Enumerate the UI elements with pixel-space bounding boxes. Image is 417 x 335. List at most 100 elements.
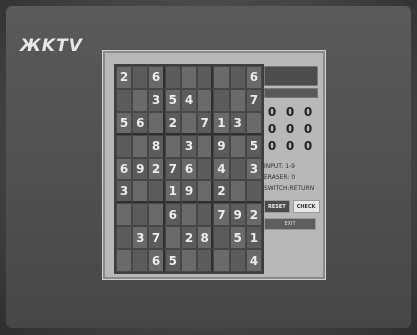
keypad-key[interactable]: 0	[300, 121, 316, 136]
sudoku-cell[interactable]	[116, 249, 133, 272]
sudoku-cell[interactable]	[197, 203, 214, 227]
sudoku-cell[interactable]	[116, 226, 133, 250]
sudoku-cell[interactable]: 1	[164, 180, 181, 204]
sudoku-cell[interactable]: 3	[180, 134, 198, 158]
sudoku-cell[interactable]	[229, 66, 246, 89]
sudoku-cell[interactable]	[213, 66, 230, 89]
sudoku-cell[interactable]	[180, 203, 198, 227]
check-button[interactable]: CHECK	[292, 200, 320, 213]
side-panel: 000000000 INPUT: 1-9 ERASER: 0 SWITCH:RE…	[264, 66, 320, 230]
sudoku-cell[interactable]	[148, 111, 165, 135]
sudoku-cell[interactable]: 9	[132, 157, 149, 181]
sudoku-cell[interactable]	[180, 111, 198, 135]
sudoku-cell[interactable]	[213, 226, 230, 250]
keypad-key[interactable]: 0	[282, 121, 298, 136]
sudoku-cell[interactable]	[132, 66, 149, 89]
sudoku-cell[interactable]	[132, 88, 149, 112]
sudoku-cell[interactable]: 2	[213, 180, 230, 204]
instruction-line: SWITCH:RETURN	[264, 185, 315, 192]
sudoku-cell[interactable]	[229, 134, 246, 158]
sudoku-cell[interactable]: 6	[132, 111, 149, 135]
sudoku-cell[interactable]	[132, 249, 149, 272]
sudoku-cell[interactable]	[197, 88, 214, 112]
sudoku-cell[interactable]: 9	[180, 180, 198, 204]
sudoku-cell[interactable]: 5	[229, 226, 246, 250]
keypad-key[interactable]: 0	[264, 138, 280, 153]
sudoku-cell[interactable]	[197, 180, 214, 204]
sudoku-cell[interactable]: 6	[164, 203, 181, 227]
sudoku-cell[interactable]: 9	[229, 203, 246, 227]
sudoku-cell[interactable]: 6	[148, 249, 165, 272]
sudoku-cell[interactable]: 7	[197, 111, 214, 135]
sudoku-cell[interactable]: 1	[213, 111, 230, 135]
keypad-key[interactable]: 0	[300, 104, 316, 119]
keypad-key[interactable]: 0	[282, 104, 298, 119]
sudoku-cell[interactable]	[213, 249, 230, 272]
sudoku-cell[interactable]: 2	[148, 157, 165, 181]
instructions: INPUT: 1-9 ERASER: 0 SWITCH:RETURN	[264, 161, 318, 194]
sudoku-cell[interactable]	[197, 157, 214, 181]
sudoku-cell[interactable]: 4	[180, 88, 198, 112]
sudoku-cell[interactable]	[229, 157, 246, 181]
sudoku-cell[interactable]: 4	[213, 157, 230, 181]
sudoku-cell[interactable]	[229, 180, 246, 204]
sudoku-cell[interactable]	[180, 66, 198, 89]
sudoku-cell[interactable]: 9	[213, 134, 230, 158]
sudoku-cell[interactable]	[116, 134, 133, 158]
sudoku-cell[interactable]	[245, 111, 262, 135]
sudoku-cell[interactable]	[132, 134, 149, 158]
sudoku-cell[interactable]	[245, 180, 262, 204]
sudoku-cell[interactable]	[116, 203, 133, 227]
sudoku-cell[interactable]: 8	[197, 226, 214, 250]
sudoku-cell[interactable]: 2	[164, 111, 181, 135]
sudoku-cell[interactable]	[197, 249, 214, 272]
sudoku-cell[interactable]: 5	[164, 249, 181, 272]
instruction-line: INPUT: 1-9	[264, 163, 296, 170]
sudoku-cell[interactable]	[229, 88, 246, 112]
sudoku-cell[interactable]: 7	[148, 226, 165, 250]
sudoku-cell[interactable]	[229, 249, 246, 272]
sudoku-cell[interactable]: 3	[229, 111, 246, 135]
sudoku-cell[interactable]	[148, 203, 165, 227]
sudoku-cell[interactable]: 5	[164, 88, 181, 112]
keypad-key[interactable]: 0	[282, 138, 298, 153]
sudoku-cell[interactable]: 4	[245, 249, 262, 272]
sudoku-cell[interactable]: 7	[245, 88, 262, 112]
exit-button[interactable]: EXIT	[264, 218, 316, 230]
sudoku-cell[interactable]	[164, 226, 181, 250]
sudoku-cell[interactable]	[132, 180, 149, 204]
reset-button[interactable]: RESET	[264, 200, 290, 213]
sudoku-cell[interactable]	[213, 88, 230, 112]
sudoku-cell[interactable]	[197, 134, 214, 158]
sudoku-cell[interactable]: 6	[116, 157, 133, 181]
sudoku-cell[interactable]: 2	[180, 226, 198, 250]
sudoku-cell[interactable]: 6	[148, 66, 165, 89]
sudoku-cell[interactable]	[148, 180, 165, 204]
sudoku-cell[interactable]: 3	[148, 88, 165, 112]
sudoku-cell[interactable]	[197, 66, 214, 89]
sudoku-cell[interactable]	[132, 203, 149, 227]
sudoku-cell[interactable]: 6	[180, 157, 198, 181]
instruction-line: ERASER: 0	[264, 174, 296, 181]
sudoku-cell[interactable]: 1	[245, 226, 262, 250]
sudoku-cell[interactable]: 7	[164, 157, 181, 181]
sudoku-cell[interactable]	[164, 66, 181, 89]
sudoku-cell[interactable]	[180, 249, 198, 272]
sudoku-cell[interactable]: 3	[245, 157, 262, 181]
sudoku-cell[interactable]: 2	[245, 203, 262, 227]
sudoku-cell[interactable]	[164, 134, 181, 158]
sudoku-cell[interactable]: 8	[148, 134, 165, 158]
sudoku-cell[interactable]: 3	[116, 180, 133, 204]
sudoku-cell[interactable]	[116, 88, 133, 112]
sudoku-cell[interactable]: 6	[245, 66, 262, 89]
keypad-key[interactable]: 0	[264, 121, 280, 136]
keypad-key[interactable]: 0	[300, 138, 316, 153]
sudoku-cell[interactable]: 7	[213, 203, 230, 227]
sudoku-cell[interactable]: 2	[116, 66, 133, 89]
sudoku-cell[interactable]: 5	[245, 134, 262, 158]
sudoku-cell[interactable]: 5	[116, 111, 133, 135]
sudoku-cell[interactable]: 3	[132, 226, 149, 250]
keypad-key[interactable]: 0	[264, 104, 280, 119]
number-keypad: 000000000	[264, 104, 318, 153]
action-buttons: RESET CHECK	[264, 200, 320, 213]
